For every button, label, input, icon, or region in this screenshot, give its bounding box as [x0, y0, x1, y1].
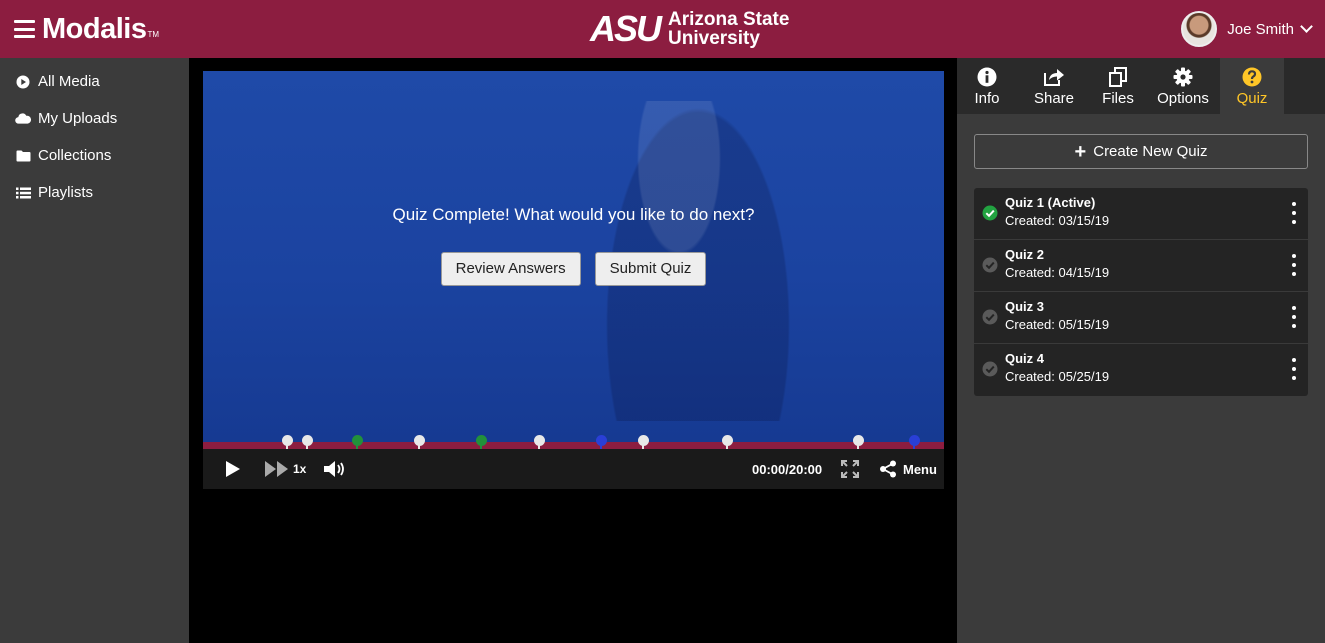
quiz-complete-actions: Review Answers Submit Quiz [203, 252, 944, 286]
check-circle-icon [982, 309, 998, 325]
tab-files[interactable]: Files [1089, 58, 1147, 114]
tab-label: Info [974, 90, 1000, 107]
tab-label: Share [1033, 90, 1075, 107]
quiz-question-marker[interactable] [853, 435, 865, 449]
playback-speed-button[interactable]: 1x [265, 449, 306, 489]
university-name-line1: Arizona State [668, 9, 790, 30]
quiz-created-date: Created: 03/15/19 [1005, 213, 1110, 228]
quiz-title: Quiz 1 (Active) [1005, 195, 1096, 210]
quiz-created-date: Created: 04/15/19 [1005, 265, 1110, 280]
video-frame[interactable]: Quiz Complete! What would you like to do… [203, 71, 944, 442]
university-name-line2: University [668, 28, 760, 49]
quiz-question-marker[interactable] [281, 435, 293, 449]
quiz-question-marker[interactable] [475, 435, 487, 449]
sidebar-item-label: My Uploads [38, 110, 118, 127]
time-display: 00:00/20:00 [752, 461, 823, 477]
quiz-question-marker[interactable] [414, 435, 426, 449]
tab-options[interactable]: Options [1149, 58, 1217, 114]
chevron-down-icon[interactable] [1300, 20, 1313, 33]
sidebar: All Media My Uploads Collections Playlis… [0, 58, 189, 643]
quiz-title: Quiz 4 [1005, 351, 1045, 366]
more-options-icon[interactable] [1292, 306, 1296, 328]
sidebar-item-label: Playlists [38, 184, 94, 201]
menu-label: Menu [903, 461, 937, 477]
side-panel: Info Share Files Options Quiz + Create N… [957, 58, 1325, 643]
share-icon [1044, 69, 1064, 86]
fullscreen-button[interactable] [841, 449, 859, 489]
quiz-question-marker[interactable] [301, 435, 313, 449]
tab-label: Files [1102, 90, 1134, 107]
play-icon [226, 461, 240, 477]
quiz-question-marker[interactable] [638, 435, 650, 449]
sidebar-item-my-uploads[interactable]: My Uploads [0, 100, 189, 137]
tab-share[interactable]: Share [1021, 58, 1087, 114]
sidebar-item-label: All Media [38, 73, 100, 90]
quiz-list: Quiz 1 (Active) Created: 03/15/19 Quiz 2… [974, 188, 1308, 396]
quiz-question-marker[interactable] [908, 435, 920, 449]
panel-tabs: Info Share Files Options Quiz [957, 58, 1325, 114]
user-menu[interactable]: Joe Smith [1181, 11, 1313, 47]
plus-icon: + [1074, 140, 1087, 163]
cloud-icon [15, 111, 31, 127]
sidebar-item-collections[interactable]: Collections [0, 137, 189, 174]
gear-icon [1173, 67, 1193, 87]
sidebar-item-label: Collections [38, 147, 112, 164]
share-menu-button[interactable]: Menu [879, 449, 937, 489]
create-quiz-label: Create New Quiz [1093, 143, 1208, 160]
hamburger-menu-icon[interactable] [14, 20, 35, 38]
quiz-list-item[interactable]: Quiz 2 Created: 04/15/19 [974, 240, 1308, 292]
volume-icon [324, 461, 344, 477]
volume-button[interactable] [324, 449, 348, 489]
tab-label: Quiz [1236, 90, 1268, 107]
fullscreen-icon [841, 460, 859, 478]
more-options-icon[interactable] [1292, 254, 1296, 276]
check-circle-icon [982, 257, 998, 273]
submit-quiz-button[interactable]: Submit Quiz [594, 252, 707, 286]
brand: Modalis TM [14, 13, 159, 45]
quiz-question-marker[interactable] [534, 435, 546, 449]
brand-trademark: TM [147, 30, 160, 39]
play-button[interactable] [225, 449, 241, 489]
files-icon [1109, 67, 1127, 87]
quiz-created-date: Created: 05/15/19 [1005, 317, 1110, 332]
tab-label: Options [1157, 90, 1209, 107]
asu-mark: ASU [590, 8, 662, 49]
quiz-question-marker[interactable] [595, 435, 607, 449]
quiz-question-marker[interactable] [721, 435, 733, 449]
sidebar-item-all-media[interactable]: All Media [0, 63, 189, 100]
quiz-list-item[interactable]: Quiz 4 Created: 05/25/19 [974, 344, 1308, 396]
quiz-title: Quiz 2 [1005, 247, 1045, 262]
create-new-quiz-button[interactable]: + Create New Quiz [974, 134, 1308, 169]
share-nodes-icon [880, 460, 896, 478]
fast-forward-icon [265, 461, 288, 477]
sidebar-item-playlists[interactable]: Playlists [0, 174, 189, 211]
quiz-question-marker[interactable] [352, 435, 364, 449]
check-circle-icon [982, 361, 998, 377]
tab-quiz[interactable]: Quiz [1220, 58, 1284, 114]
play-circle-icon [15, 74, 31, 90]
folder-icon [15, 148, 31, 164]
quiz-title: Quiz 3 [1005, 299, 1045, 314]
more-options-icon[interactable] [1292, 358, 1296, 380]
playback-speed: 1x [293, 462, 307, 476]
brand-logo[interactable]: Modalis [42, 13, 147, 45]
tab-info[interactable]: Info [957, 58, 1017, 114]
progress-bar[interactable] [203, 435, 944, 449]
quiz-list-item[interactable]: Quiz 3 Created: 05/15/19 [974, 292, 1308, 344]
list-icon [15, 185, 31, 201]
more-options-icon[interactable] [1292, 202, 1296, 224]
avatar[interactable] [1181, 11, 1218, 47]
top-header: Modalis TM ASU Arizona State University … [0, 0, 1325, 58]
check-circle-icon [982, 205, 998, 221]
info-icon [977, 67, 997, 87]
review-answers-button[interactable]: Review Answers [440, 252, 581, 286]
quiz-created-date: Created: 05/25/19 [1005, 369, 1110, 384]
user-name[interactable]: Joe Smith [1227, 21, 1294, 38]
quiz-complete-message: Quiz Complete! What would you like to do… [392, 205, 755, 224]
university-logo: ASU Arizona State University [590, 10, 789, 48]
question-icon [1242, 67, 1262, 87]
player-controls: 1x 00:00/20:00 Menu [203, 449, 944, 489]
video-player: Quiz Complete! What would you like to do… [203, 71, 944, 489]
quiz-list-item[interactable]: Quiz 1 (Active) Created: 03/15/19 [974, 188, 1308, 240]
